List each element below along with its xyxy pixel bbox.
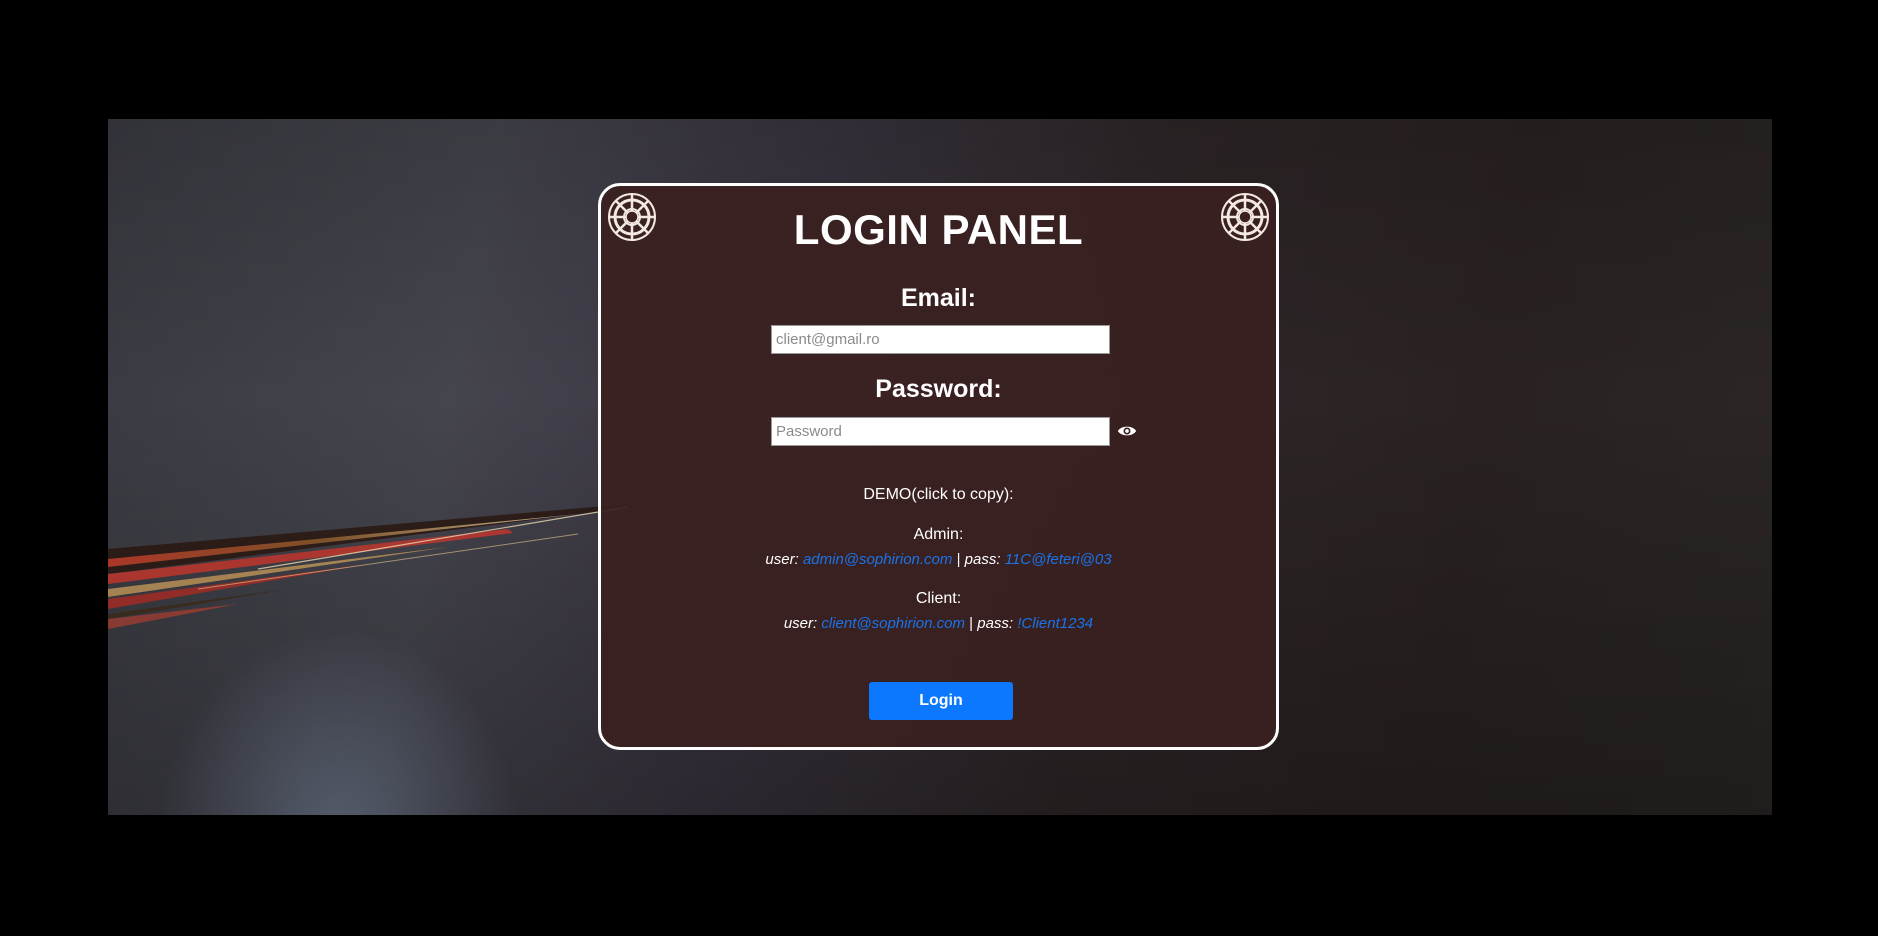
admin-label: Admin: xyxy=(913,526,964,543)
admin-pass-link[interactable]: 11C@feteri@03 xyxy=(1005,551,1112,568)
page-title: LOGIN PANEL xyxy=(793,206,1084,253)
login-button[interactable]: Login xyxy=(869,682,1013,720)
client-pass-link[interactable]: !Client1234 xyxy=(1017,615,1093,632)
email-label: Email: xyxy=(900,284,977,312)
client-credentials: user: client@sophirion.com | pass: !Clie… xyxy=(601,615,1276,632)
login-panel: LOGIN PANEL Email: Password: DEMO(click … xyxy=(598,183,1279,750)
admin-separator: | xyxy=(956,551,961,568)
eye-icon[interactable] xyxy=(1117,422,1137,440)
admin-pass-prefix: pass: xyxy=(964,551,1001,568)
client-label: Client: xyxy=(915,590,962,607)
demo-heading: DEMO(click to copy): xyxy=(863,486,1014,503)
password-label: Password: xyxy=(875,375,1002,403)
client-user-prefix: user: xyxy=(783,615,818,632)
client-user-link[interactable]: client@sophirion.com xyxy=(821,615,965,632)
email-field[interactable] xyxy=(771,325,1110,354)
admin-user-link[interactable]: admin@sophirion.com xyxy=(803,551,952,568)
client-separator: | xyxy=(969,615,974,632)
admin-credentials: user: admin@sophirion.com | pass: 11C@fe… xyxy=(601,551,1276,568)
password-field[interactable] xyxy=(771,417,1110,446)
admin-user-prefix: user: xyxy=(765,551,799,568)
client-pass-prefix: pass: xyxy=(977,615,1014,632)
